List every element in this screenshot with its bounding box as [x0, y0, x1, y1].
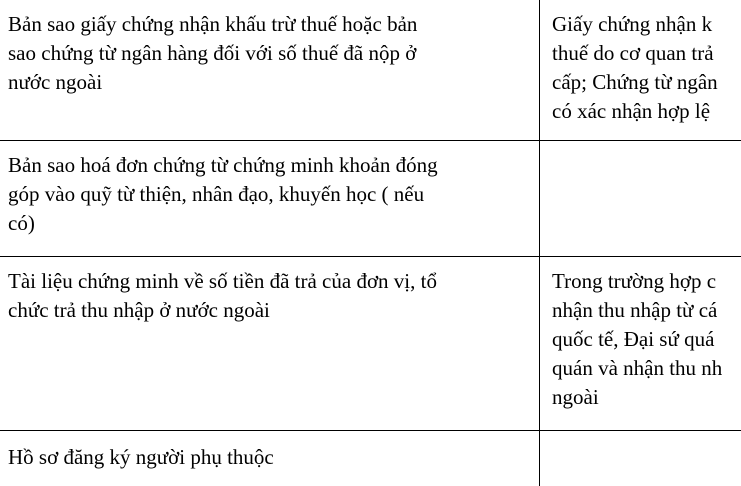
cell-text-line: Hồ sơ đăng ký người phụ thuộc: [8, 445, 274, 469]
cell-text-line: quán và nhận thu nh: [552, 356, 723, 380]
table-row: Tài liệu chứng minh về số tiền đã trả củ…: [0, 257, 741, 431]
cell-text-line: góp vào quỹ từ thiện, nhân đạo, khuyến h…: [8, 182, 425, 206]
table-row: Bản sao giấy chứng nhận khấu trừ thuế ho…: [0, 0, 741, 141]
cell-text-line: chức trả thu nhập ở nước ngoài: [8, 298, 270, 322]
cell-text-line: Bản sao hoá đơn chứng từ chứng minh khoả…: [8, 153, 438, 177]
cell-text-line: Giấy chứng nhận k: [552, 12, 713, 36]
table-row: Bản sao hoá đơn chứng từ chứng minh khoả…: [0, 141, 741, 257]
table-cell-right: Trong trường hợp c nhận thu nhập từ cá q…: [539, 257, 741, 430]
table-row: Hồ sơ đăng ký người phụ thuộc: [0, 431, 741, 486]
table-cell-right: Giấy chứng nhận k thuế do cơ quan trả cấ…: [539, 0, 741, 140]
cell-text-line: thuế do cơ quan trả: [552, 41, 714, 65]
table-cell-right: [539, 141, 741, 256]
cell-text-line: cấp; Chứng từ ngân: [552, 70, 718, 94]
cell-text-line: có): [8, 211, 35, 235]
cell-text-line: có xác nhận hợp lệ: [552, 99, 711, 123]
cell-text-line: nước ngoài: [8, 70, 103, 94]
cell-text-line: nhận thu nhập từ cá: [552, 298, 718, 322]
table-cell-right: [539, 431, 741, 486]
table-cell-left: Bản sao hoá đơn chứng từ chứng minh khoả…: [0, 141, 539, 256]
document-table: Bản sao giấy chứng nhận khấu trừ thuế ho…: [0, 0, 741, 486]
cell-text-line: ngoài: [552, 385, 599, 409]
cell-text-line: quốc tế, Đại sứ quá: [552, 327, 715, 351]
cell-text-line: Bản sao giấy chứng nhận khấu trừ thuế ho…: [8, 12, 418, 36]
cell-text-line: Tài liệu chứng minh về số tiền đã trả củ…: [8, 269, 437, 293]
cell-text-line: sao chứng từ ngân hàng đối với số thuế đ…: [8, 41, 417, 65]
table-cell-left: Bản sao giấy chứng nhận khấu trừ thuế ho…: [0, 0, 539, 140]
cell-text-line: Trong trường hợp c: [552, 269, 717, 293]
table-cell-left: Tài liệu chứng minh về số tiền đã trả củ…: [0, 257, 539, 430]
table-cell-left: Hồ sơ đăng ký người phụ thuộc: [0, 431, 539, 486]
